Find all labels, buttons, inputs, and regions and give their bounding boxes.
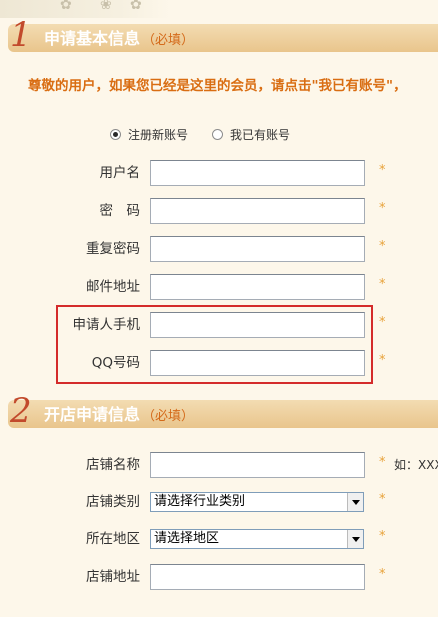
shop-name-hint: 如：XXX (394, 458, 438, 472)
chevron-down-icon[interactable] (347, 530, 363, 548)
required-star: * (379, 277, 386, 292)
radio-new-account[interactable] (110, 129, 121, 140)
required-star: * (379, 567, 386, 582)
password-label: 密 码 (99, 203, 141, 219)
qq-label: QQ号码 (91, 355, 140, 371)
username-input[interactable] (150, 160, 365, 186)
radio-new-account-label[interactable]: 注册新账号 (128, 126, 188, 143)
region-select[interactable]: 请选择地区 (150, 529, 364, 549)
section-title-shop-info: 开店申请信息 （必填） (44, 405, 194, 427)
password-input[interactable] (150, 198, 365, 224)
chevron-down-icon[interactable] (347, 493, 363, 511)
email-label: 邮件地址 (86, 279, 140, 295)
repeat-password-label: 重复密码 (86, 241, 140, 257)
account-choice-group: 注册新账号 我已有账号 (110, 126, 314, 143)
required-star: * (379, 455, 386, 470)
shop-category-label: 店铺类别 (86, 494, 140, 510)
shop-category-select[interactable]: 请选择行业类别 (150, 492, 364, 512)
required-star: * (379, 529, 386, 544)
required-star: * (379, 315, 386, 330)
section-title-basic-info: 申请基本信息 （必填） (44, 29, 194, 51)
email-input[interactable] (150, 274, 365, 300)
shop-address-input[interactable] (150, 564, 365, 590)
required-star: * (379, 239, 386, 254)
section-number-1: 1 (10, 15, 32, 55)
required-star: * (379, 201, 386, 216)
region-label: 所在地区 (86, 531, 140, 547)
section-title-text: 申请基本信息 (44, 29, 141, 48)
repeat-password-input[interactable] (150, 236, 365, 262)
required-star: * (379, 492, 386, 507)
radio-existing-account[interactable] (212, 129, 224, 140)
shop-address-label: 店铺地址 (86, 569, 140, 585)
username-label: 用户名 (99, 165, 141, 181)
section-number-2: 2 (10, 391, 32, 431)
section-title-text: 开店申请信息 (44, 405, 141, 424)
required-star: * (379, 163, 386, 178)
region-selected: 请选择地区 (154, 531, 220, 546)
shop-name-input[interactable] (150, 452, 365, 478)
member-notice: 尊敬的用户，如果您已经是这里的会员，请点击"我已有账号"， (28, 78, 407, 94)
qq-input[interactable] (150, 350, 365, 376)
mobile-input[interactable] (150, 312, 365, 338)
mobile-label: 申请人手机 (72, 317, 141, 333)
radio-existing-account-label[interactable]: 我已有账号 (230, 126, 290, 143)
required-star: * (379, 353, 386, 368)
required-note: （必填） (142, 409, 195, 424)
shop-name-label: 店铺名称 (86, 457, 140, 473)
required-note: （必填） (142, 33, 195, 48)
shop-category-selected: 请选择行业类别 (154, 494, 246, 509)
